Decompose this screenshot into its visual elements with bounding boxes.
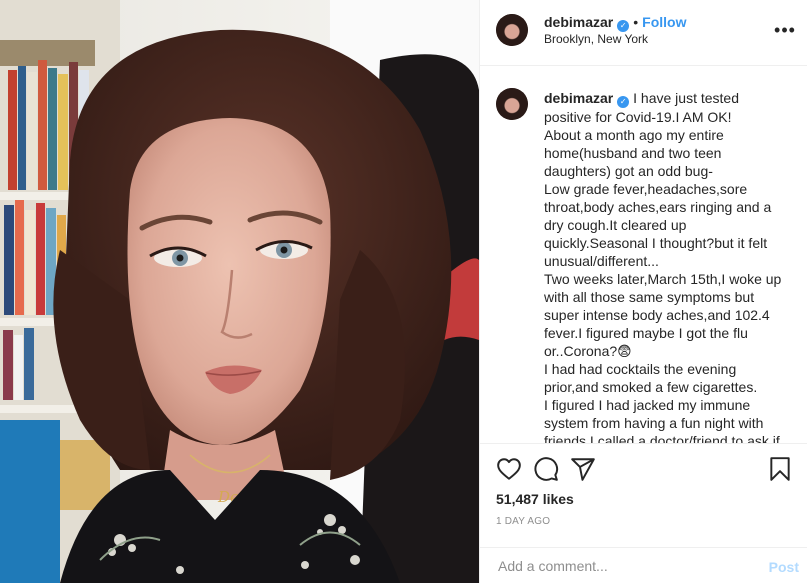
post-side-panel: debimazar ✓ • Follow Brooklyn, New York •••… (479, 0, 807, 583)
header-username-row: debimazar ✓ • Follow (544, 14, 686, 32)
post-timestamp[interactable]: 1 DAY AGO (496, 516, 550, 527)
caption-username-link[interactable]: debimazar (544, 90, 613, 106)
caption-avatar[interactable] (496, 88, 528, 120)
avatar[interactable] (496, 14, 528, 46)
instagram-post: Debi debimazar ✓ • Follow Brooklyn, New Yor (0, 0, 807, 583)
separator-dot: • (633, 14, 639, 30)
post-actions: 51,487 likes 1 DAY AGO Post (480, 443, 807, 583)
caption-line: debimazar ✓ I have just tested positive f… (544, 89, 790, 126)
post-header: debimazar ✓ • Follow Brooklyn, New York ••• (480, 0, 807, 66)
username-link[interactable]: debimazar (544, 14, 613, 30)
share-icon[interactable] (570, 456, 596, 482)
likes-count[interactable]: 51,487 likes (496, 491, 574, 507)
post-photo[interactable]: Debi (0, 0, 479, 583)
verified-badge-icon: ✓ (617, 20, 630, 32)
caption-paragraph: I had had cocktails the evening prior,an… (544, 361, 758, 395)
more-horizontal-icon[interactable]: ••• (773, 18, 797, 42)
verified-badge-icon: ✓ (617, 96, 630, 108)
bookmark-icon[interactable] (767, 456, 793, 482)
selfie-image: Debi (0, 0, 479, 583)
caption-paragraph: Low grade fever,headaches,sore throat,bo… (544, 181, 772, 269)
location-link[interactable]: Brooklyn, New York (544, 32, 648, 46)
heart-icon[interactable] (496, 456, 522, 482)
caption-paragraph: Two weeks later,March 15th,I woke up wit… (544, 271, 782, 359)
caption: debimazar ✓ I have just tested positive f… (544, 89, 790, 443)
comments-area[interactable]: debimazar ✓ I have just tested positive f… (480, 67, 807, 443)
caption-paragraph: About a month ago my entire home(husband… (544, 127, 724, 179)
add-comment-row: Post (480, 547, 807, 584)
post-comment-button[interactable]: Post (769, 559, 799, 575)
comment-icon[interactable] (533, 456, 559, 482)
comment-input[interactable] (496, 557, 750, 575)
follow-button[interactable]: Follow (642, 14, 686, 30)
caption-paragraph: I figured I had jacked my immune system … (544, 397, 780, 443)
